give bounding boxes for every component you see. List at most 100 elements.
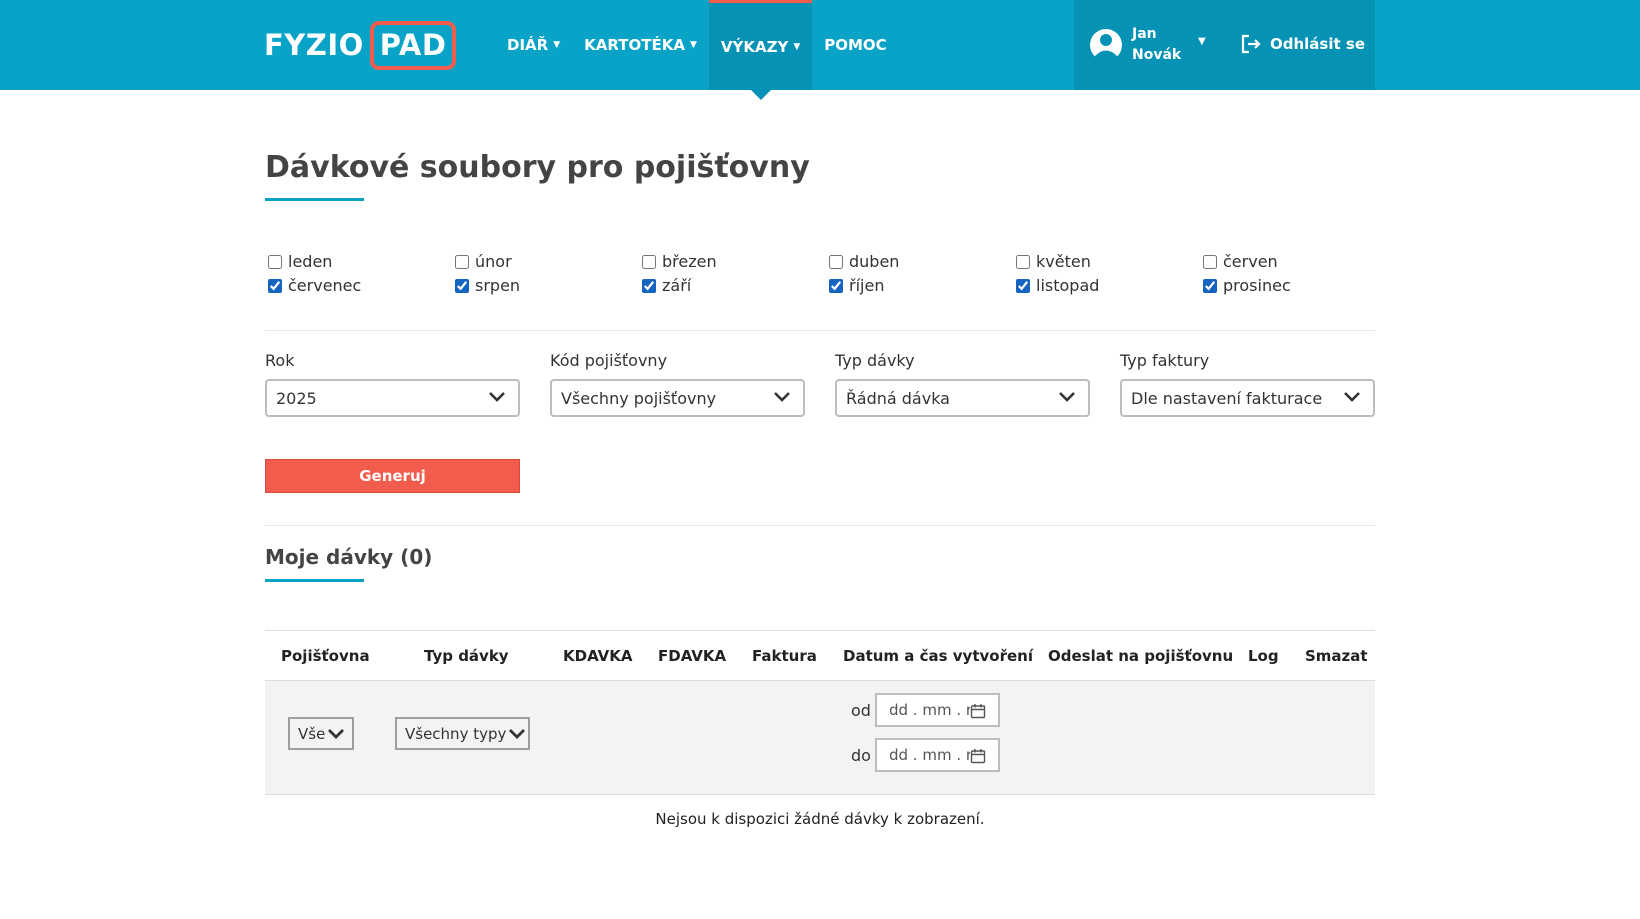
month-label: srpen [475,276,521,295]
chevron-down-icon [774,392,790,402]
checkbox[interactable] [455,254,469,269]
column-header-insurer[interactable]: Pojišťovna [281,647,370,665]
nav-pomoc[interactable]: POMOC [812,0,898,90]
column-header-log[interactable]: Log [1248,647,1279,665]
invoice-type-value: Dle nastavení fakturace [1131,388,1323,408]
column-header-delete[interactable]: Smazat [1305,647,1368,665]
logout-button[interactable]: Odhlásit se [1240,34,1365,54]
user-name[interactable]: Jan Novák [1132,24,1181,66]
chevron-down-icon [1344,392,1360,402]
generate-button[interactable]: Generuj [265,459,520,493]
nav-kartoteka-label: KARTOTÉKA [584,36,685,54]
nav-kartoteka[interactable]: KARTOTÉKA ▼ [572,0,709,90]
nav-vykazy-label: VÝKAZY [720,37,789,56]
chevron-down-icon [328,728,345,739]
month-label: duben [849,252,900,271]
calendar-icon[interactable] [970,703,986,719]
logo-text-fyzio: FYZIO [264,28,364,62]
batch-type-value: Řádná dávka [846,388,950,408]
insurer-filter-select[interactable]: Vše [288,717,354,750]
calendar-icon[interactable] [970,748,986,764]
month-checkbox-kveten[interactable]: květen [1016,252,1091,271]
batch-type-filter-select[interactable]: Všechny typy [395,717,530,750]
checkbox[interactable] [642,254,656,269]
month-label: říjen [849,276,885,295]
nav-pomoc-label: POMOC [824,36,887,54]
month-label: listopad [1036,276,1100,295]
user-first-name: Jan [1132,26,1157,42]
month-checkbox-prosinec[interactable]: prosinec [1203,276,1291,295]
section-divider [265,525,1375,526]
user-panel: Jan Novák ▼ Odhlásit se [1074,0,1375,90]
month-checkbox-unor[interactable]: únor [455,252,512,271]
caret-down-icon: ▼ [689,40,697,50]
month-checkbox-rijen[interactable]: říjen [829,276,884,295]
section-divider [265,330,1375,331]
checkbox[interactable] [268,278,282,293]
top-navbar: FYZIO PAD DIÁŘ ▼ KARTOTÉKA ▼ VÝKAZY ▼ POMOC… [0,0,1640,100]
checkbox[interactable] [1016,278,1030,293]
month-label: leden [288,252,333,271]
chevron-down-icon [489,392,505,402]
checkbox[interactable] [642,278,656,293]
nav-diar[interactable]: DIÁŘ ▼ [495,0,572,90]
month-label: červen [1223,252,1278,271]
month-label: květen [1036,252,1091,271]
month-checkbox-listopad[interactable]: listopad [1016,276,1099,295]
user-menu-caret-icon[interactable]: ▼ [1198,36,1206,47]
month-label: prosinec [1223,276,1291,295]
date-from-input[interactable]: dd . mm . r [875,693,1000,727]
nav-vykazy[interactable]: VÝKAZY ▼ [708,0,813,100]
month-checkbox-duben[interactable]: duben [829,252,899,271]
user-last-name: Novák [1132,47,1182,63]
logo-text-pad: PAD [369,20,457,70]
month-checkbox-leden[interactable]: leden [268,252,332,271]
insurer-filter-value: Vše [298,724,326,743]
my-batches-title: Moje dávky (0) [265,545,433,569]
invoice-type-select[interactable]: Dle nastavení fakturace [1120,379,1375,417]
date-to-input[interactable]: dd . mm . r [875,738,1000,772]
nav-diar-label: DIÁŘ [507,36,549,54]
insurer-code-select[interactable]: Všechny pojišťovny [550,379,805,417]
month-checkbox-brezen[interactable]: březen [642,252,717,271]
month-checkbox-cerven[interactable]: červen [1203,252,1278,271]
user-avatar-icon[interactable] [1090,27,1122,63]
fyziopad-logo[interactable]: FYZIO PAD [264,20,457,70]
chevron-down-icon [509,728,526,739]
batch-type-filter-value: Všechny typy [405,724,507,743]
caret-down-icon: ▼ [553,40,561,50]
column-header-created-at[interactable]: Datum a čas vytvoření [843,647,1033,665]
column-header-send-to-insurer[interactable]: Odeslat na pojišťovnu [1048,647,1233,665]
date-to-placeholder: dd . mm . r [889,746,973,764]
empty-table-message: Nejsou k dispozici žádné dávky k zobraze… [655,810,985,828]
batch-type-select[interactable]: Řádná dávka [835,379,1090,417]
month-checkbox-zari[interactable]: září [642,276,691,295]
column-header-kdavka[interactable]: KDAVKA [563,647,633,665]
checkbox[interactable] [1016,254,1030,269]
year-label: Rok [265,351,295,370]
checkbox[interactable] [268,254,282,269]
year-select[interactable]: 2025 [265,379,520,417]
main-menu: DIÁŘ ▼ KARTOTÉKA ▼ VÝKAZY ▼ POMOC [495,0,899,100]
chevron-down-icon [1059,392,1075,402]
month-label: březen [662,252,717,271]
month-checkbox-srpen[interactable]: srpen [455,276,520,295]
section-underline [265,579,364,582]
checkbox[interactable] [455,278,469,293]
checkbox[interactable] [1203,278,1217,293]
caret-down-icon: ▼ [793,41,801,52]
column-header-batch-type[interactable]: Typ dávky [424,647,509,665]
batch-type-label: Typ dávky [835,351,915,370]
checkbox[interactable] [829,254,843,269]
month-label: únor [475,252,512,271]
column-header-fdavka[interactable]: FDAVKA [658,647,726,665]
checkbox[interactable] [1203,254,1217,269]
checkbox[interactable] [829,278,843,293]
month-label: červenec [288,276,362,295]
month-checkbox-cervenec[interactable]: červenec [268,276,361,295]
page-title: Dávkové soubory pro pojišťovny [265,150,810,185]
month-label: září [662,276,692,295]
insurer-code-label: Kód pojišťovny [550,351,668,370]
column-header-invoice[interactable]: Faktura [752,647,817,665]
invoice-type-label: Typ faktury [1120,351,1210,370]
